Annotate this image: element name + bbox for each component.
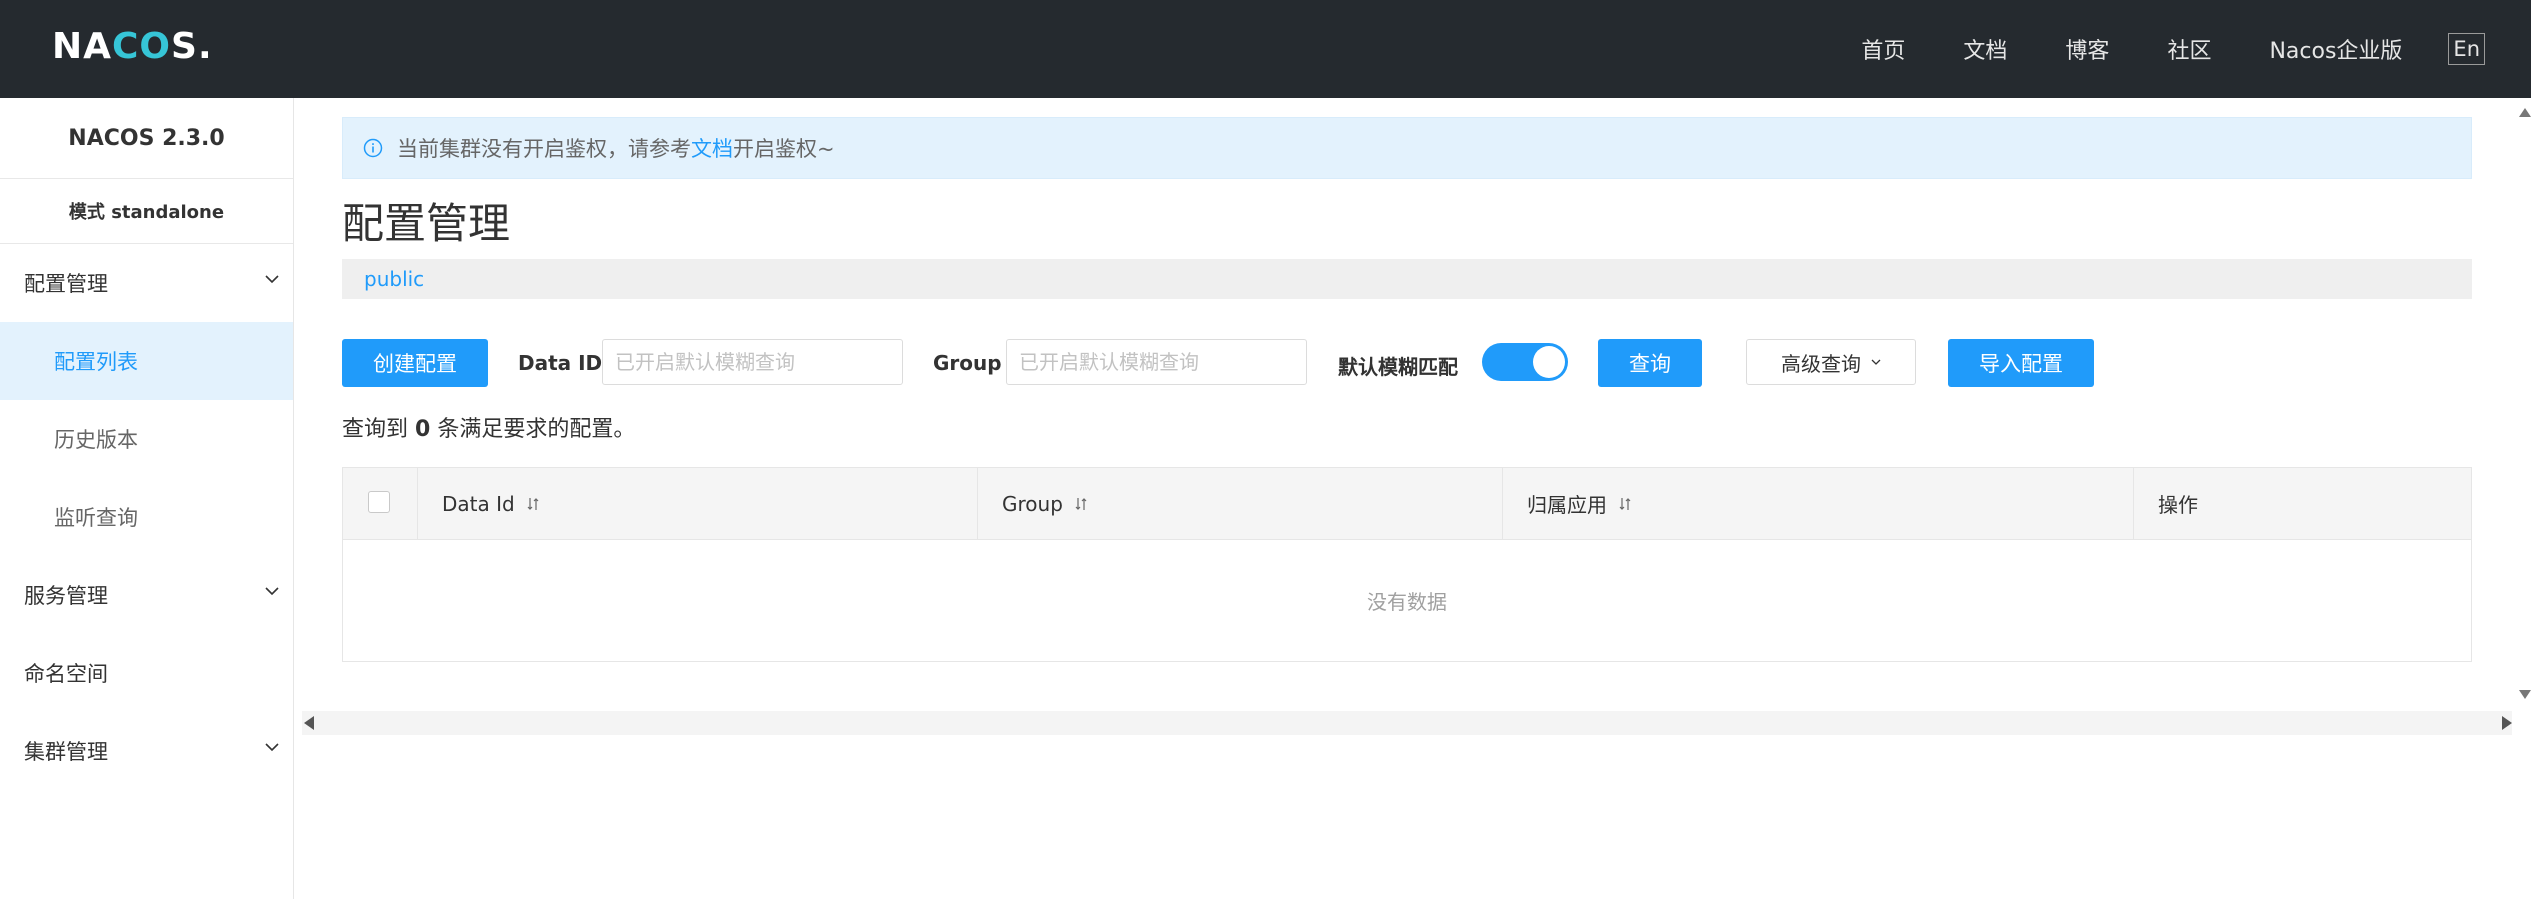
sidebar-item-config-list[interactable]: 配置列表 xyxy=(0,322,293,400)
data-id-label: Data ID xyxy=(518,351,603,375)
group-input[interactable] xyxy=(1006,339,1307,385)
toggle-knob xyxy=(1533,346,1565,378)
auth-notice: 当前集群没有开启鉴权，请参考 文档 开启鉴权~ xyxy=(342,117,2472,179)
nav-blog[interactable]: 博客 xyxy=(2065,33,2109,65)
horizontal-scrollbar[interactable] xyxy=(302,711,2512,735)
advanced-search-button[interactable]: 高级查询 xyxy=(1746,339,1916,385)
create-config-button[interactable]: 创建配置 xyxy=(342,339,488,387)
nacos-logo[interactable]: NA CO S. xyxy=(52,25,213,67)
chevron-down-icon xyxy=(1871,359,1881,365)
sidebar-item-label: 配置管理 xyxy=(24,272,108,296)
group-label: Group xyxy=(933,351,1002,375)
result-count: 0 xyxy=(415,417,431,442)
config-table: Data Id Group 归属应用 操作 没有数据 xyxy=(342,467,2472,662)
sidebar-item-label: 集群管理 xyxy=(24,740,108,764)
filter-bar: 创建配置 Data ID Group 默认模糊匹配 查询 高级查询 导入配置 xyxy=(342,339,2472,389)
sidebar-item-history[interactable]: 历史版本 xyxy=(0,400,293,478)
search-button[interactable]: 查询 xyxy=(1598,339,1702,387)
scroll-up-arrow-icon[interactable] xyxy=(2519,108,2531,117)
namespace-public[interactable]: public xyxy=(364,267,424,291)
data-id-input[interactable] xyxy=(602,339,903,385)
nav-docs[interactable]: 文档 xyxy=(1963,33,2007,65)
scroll-left-arrow-icon[interactable] xyxy=(304,716,314,730)
sidebar: NACOS 2.3.0 模式 standalone 配置管理 配置列表 历史版本… xyxy=(0,98,294,899)
sidebar-item-label: 命名空间 xyxy=(24,662,108,686)
fuzzy-match-label: 默认模糊匹配 xyxy=(1338,355,1458,379)
logo-text-suffix: S. xyxy=(171,25,213,67)
nav-community[interactable]: 社区 xyxy=(2167,33,2211,65)
logo-text-accent: CO xyxy=(112,25,172,67)
sort-icon[interactable] xyxy=(527,497,539,511)
sidebar-item-listener-query[interactable]: 监听查询 xyxy=(0,478,293,556)
select-all-checkbox[interactable] xyxy=(368,491,390,513)
select-all-cell xyxy=(343,468,418,539)
sidebar-item-label: 服务管理 xyxy=(24,584,108,608)
table-empty-state: 没有数据 xyxy=(1367,590,1447,614)
sidebar-item-config-management[interactable]: 配置管理 xyxy=(0,244,293,322)
chevron-down-icon xyxy=(265,587,279,596)
chevron-down-icon xyxy=(265,275,279,284)
fuzzy-match-toggle[interactable] xyxy=(1482,343,1568,381)
notice-text-after: 开启鉴权~ xyxy=(733,137,835,161)
sidebar-item-service-management[interactable]: 服务管理 xyxy=(0,556,293,634)
result-summary: 查询到 0 条满足要求的配置。 xyxy=(342,411,635,443)
advanced-search-label: 高级查询 xyxy=(1781,351,1861,376)
column-label: Data Id xyxy=(442,491,515,516)
sidebar-item-namespace[interactable]: 命名空间 xyxy=(0,634,293,712)
column-group[interactable]: Group xyxy=(978,468,1503,539)
chevron-down-icon xyxy=(265,743,279,752)
sidebar-version: NACOS 2.3.0 xyxy=(0,98,293,179)
column-label: 操作 xyxy=(2158,493,2198,517)
language-switch-button[interactable]: En xyxy=(2448,33,2485,65)
top-navbar: NA CO S. 首页 文档 博客 社区 Nacos企业版 En xyxy=(0,0,2531,98)
namespace-bar: public xyxy=(342,259,2472,299)
notice-text-before: 当前集群没有开启鉴权，请参考 xyxy=(397,137,691,161)
sidebar-mode: 模式 standalone xyxy=(0,179,293,244)
column-label: Group xyxy=(1002,491,1063,516)
sort-icon[interactable] xyxy=(1619,497,1631,511)
info-icon xyxy=(363,138,383,158)
page-title: 配置管理 xyxy=(342,199,511,248)
notice-docs-link[interactable]: 文档 xyxy=(691,133,733,163)
column-label: 归属应用 xyxy=(1527,493,1607,517)
top-nav-menu: 首页 文档 博客 社区 Nacos企业版 En xyxy=(1861,0,2531,98)
table-header: Data Id Group 归属应用 操作 xyxy=(343,468,2471,540)
nav-home[interactable]: 首页 xyxy=(1861,33,1905,65)
sidebar-item-cluster-management[interactable]: 集群管理 xyxy=(0,712,293,790)
column-app[interactable]: 归属应用 xyxy=(1503,468,2134,539)
column-data-id[interactable]: Data Id xyxy=(418,468,978,539)
column-actions: 操作 xyxy=(2134,468,2471,539)
scroll-right-arrow-icon[interactable] xyxy=(2502,716,2512,730)
import-config-button[interactable]: 导入配置 xyxy=(1948,339,2094,387)
sort-icon[interactable] xyxy=(1075,497,1087,511)
logo-text-prefix: NA xyxy=(52,25,112,67)
scroll-down-arrow-icon[interactable] xyxy=(2519,690,2531,699)
result-prefix: 查询到 xyxy=(342,417,409,442)
result-suffix: 条满足要求的配置。 xyxy=(437,417,636,442)
nav-enterprise[interactable]: Nacos企业版 xyxy=(2269,33,2402,65)
